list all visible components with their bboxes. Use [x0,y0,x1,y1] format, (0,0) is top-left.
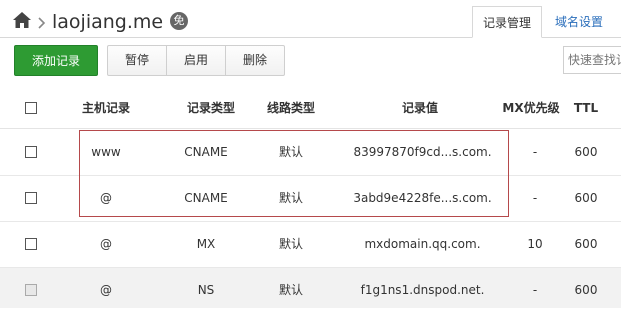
cell-line: 默认 [278,283,303,297]
enable-button[interactable]: 启用 [166,46,225,75]
tab-domain-settings[interactable]: 域名设置 [544,6,614,38]
cell-host: @ [100,283,112,297]
row-checkbox[interactable] [25,146,37,158]
cell-ttl: 600 [574,237,598,251]
pause-button[interactable]: 暂停 [108,46,166,75]
domain-title: laojiang.me [52,11,164,33]
cell-ttl: 600 [574,191,598,205]
header-value: 记录值 [401,101,438,115]
table-row[interactable]: @ NS 默认 f1g1ns1.dnspod.net. - 600 [0,268,621,308]
header-host: 主机记录 [81,101,130,115]
row-checkbox[interactable] [25,238,37,250]
header-ttl: TTL [573,101,599,115]
home-icon[interactable] [12,10,32,30]
highlight-box [79,130,509,217]
cell-host: @ [100,237,112,251]
cell-ttl: 600 [574,145,598,159]
cell-mx: 10 [527,237,543,251]
search-input[interactable] [563,46,621,74]
delete-button[interactable]: 删除 [225,46,284,75]
cell-mx: - [532,283,538,297]
table-row[interactable]: @ MX 默认 mxdomain.qq.com. 10 600 [0,222,621,268]
free-badge: 免 [170,12,188,30]
header-mx: MX优先级 [502,101,560,115]
cell-value: mxdomain.qq.com. [364,237,481,251]
cell-ttl: 600 [574,283,598,297]
cell-line: 默认 [278,237,303,251]
add-record-button[interactable]: 添加记录 [14,45,98,76]
cell-mx: - [532,191,538,205]
cell-mx: - [532,145,538,159]
header-line: 线路类型 [266,101,315,115]
chevron-right-icon [38,14,46,29]
tab-record-management[interactable]: 记录管理 [472,6,542,38]
cell-type: MX [196,237,216,251]
cell-type: NS [197,283,215,297]
select-all-checkbox[interactable] [25,102,37,114]
action-button-group: 暂停 启用 删除 [107,45,285,76]
row-checkbox[interactable] [25,284,37,296]
row-checkbox[interactable] [25,192,37,204]
table-header: 主机记录 记录类型 线路类型 记录值 MX优先级 TTL [0,88,621,129]
header-type: 记录类型 [186,101,235,115]
cell-value: f1g1ns1.dnspod.net. [360,283,485,297]
